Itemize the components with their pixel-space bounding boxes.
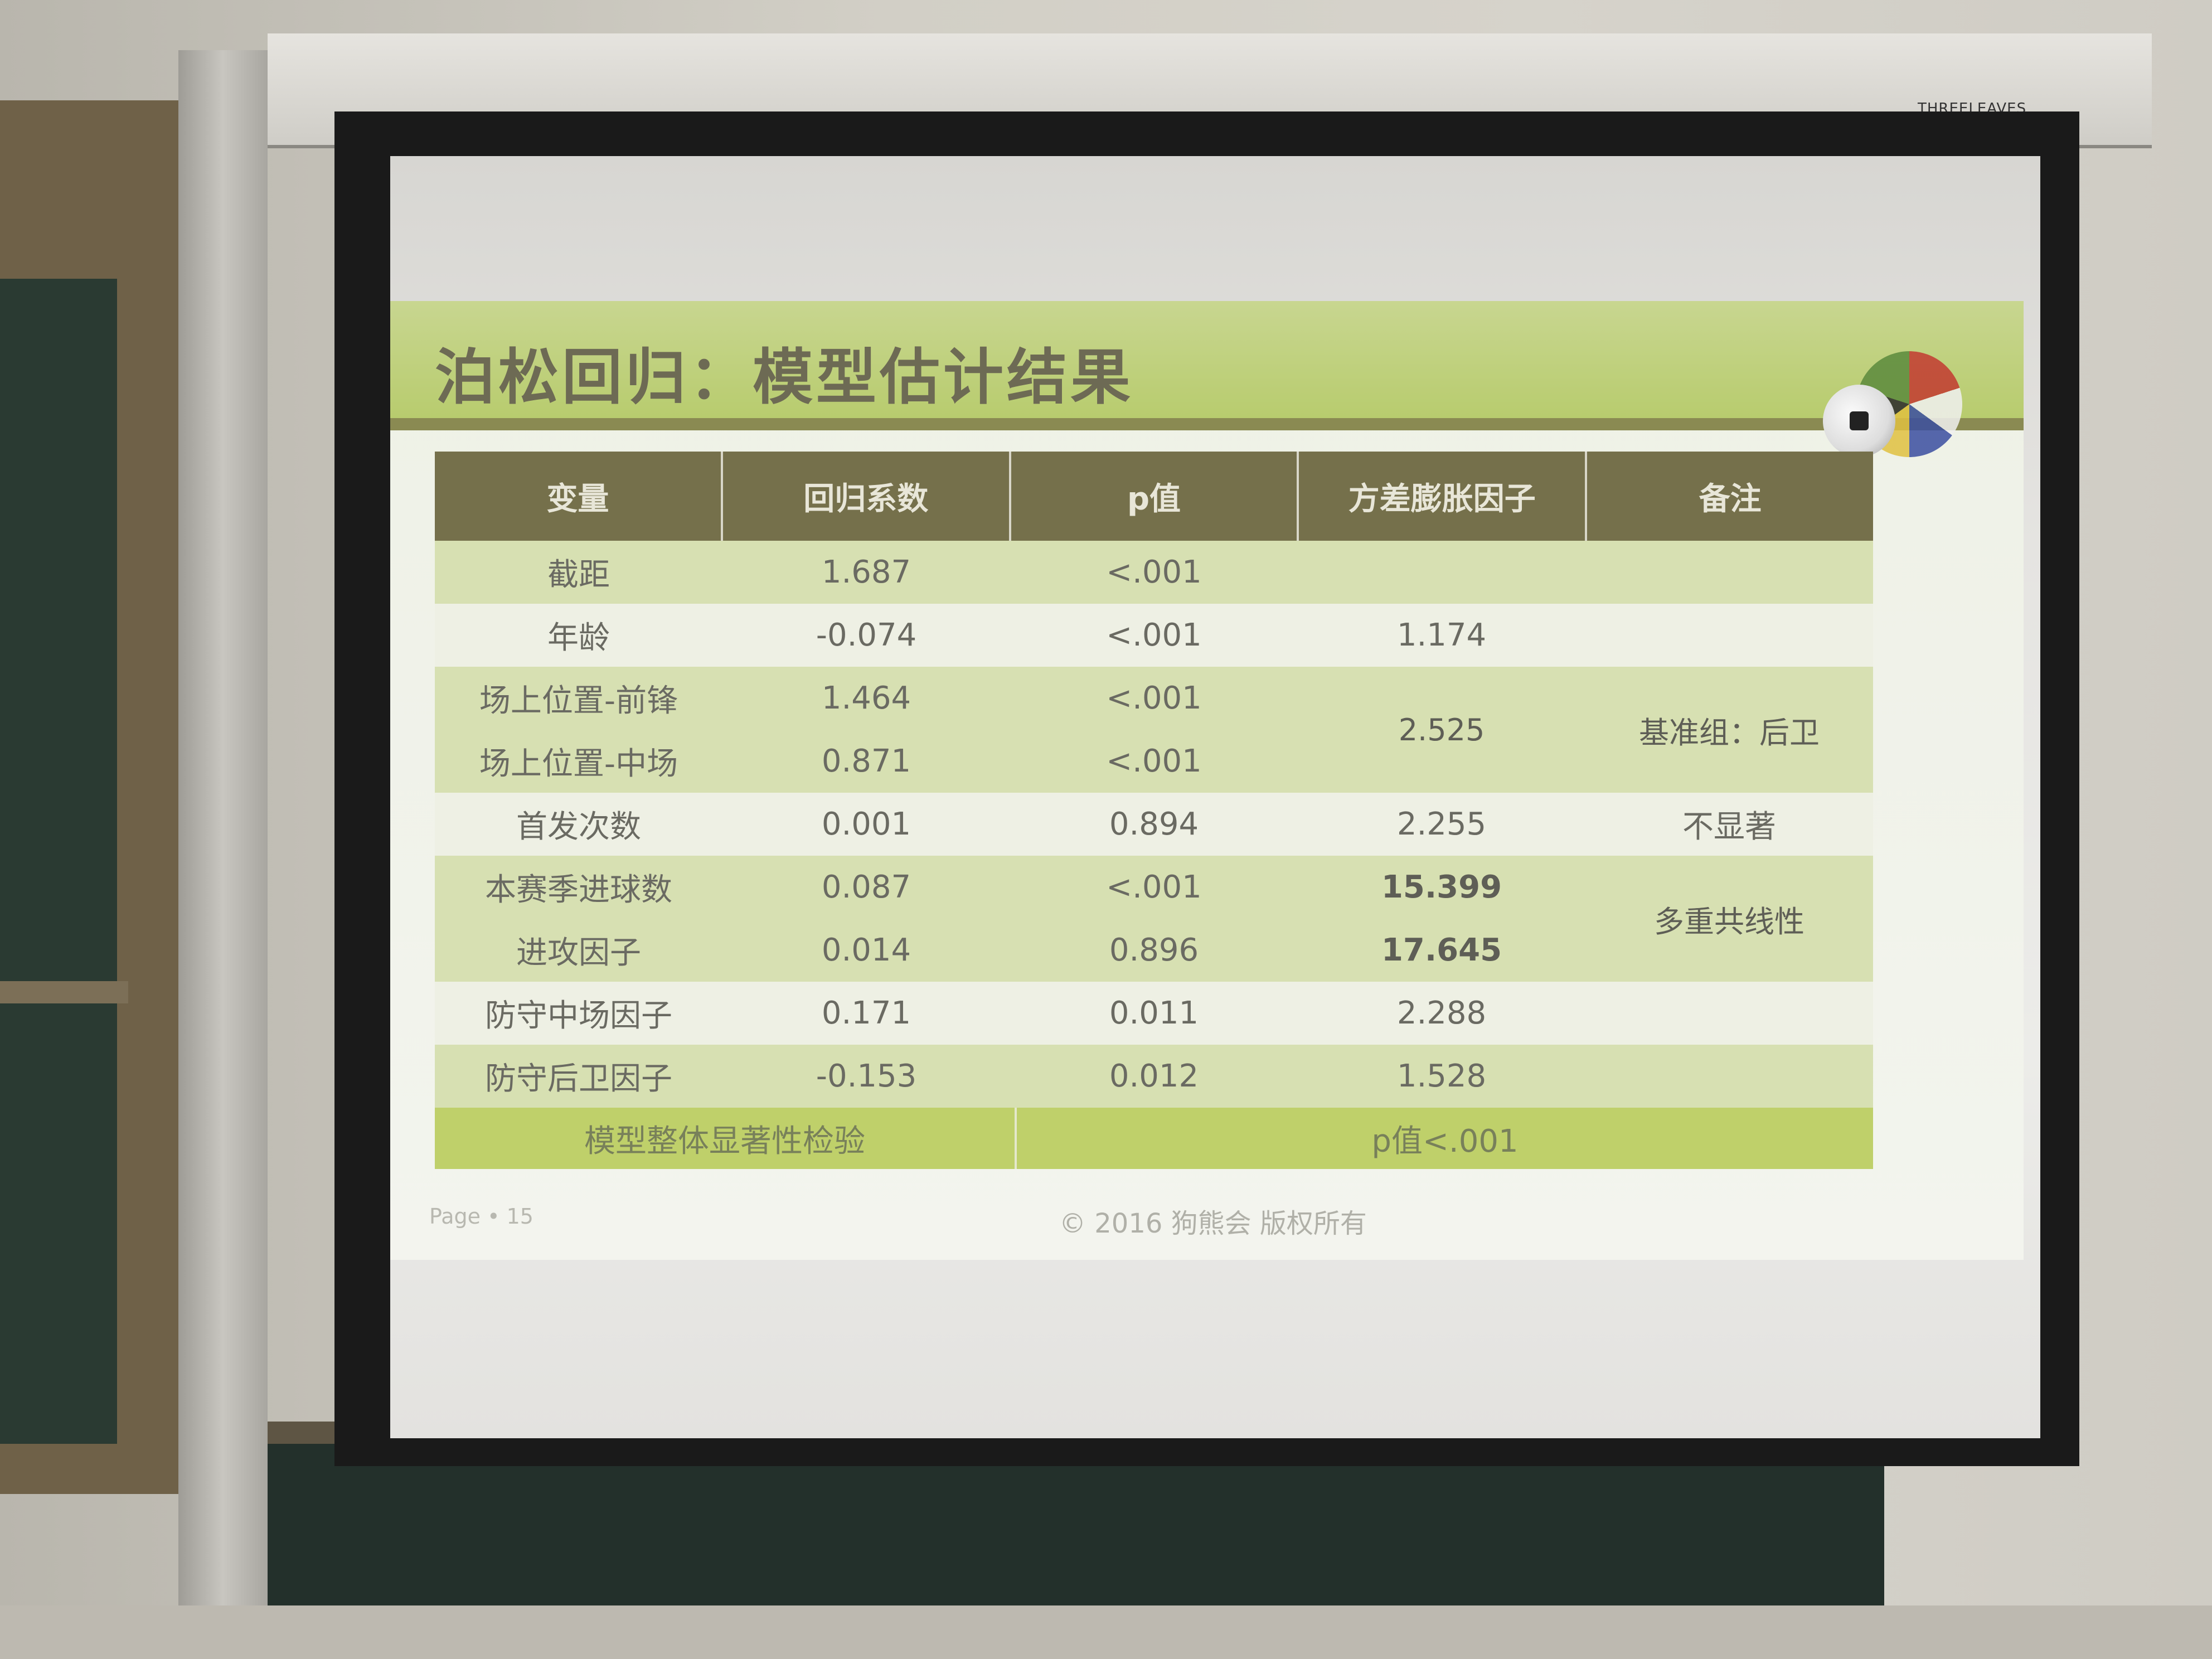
cell-p-value: <.001: [1106, 680, 1202, 716]
cell-vif: 2.255: [1396, 806, 1487, 842]
cell-variable: 年龄: [547, 620, 610, 656]
table-row: 防守后卫因子 -0.153 0.012 1.528: [435, 1045, 1873, 1108]
title-underline: [390, 418, 2024, 430]
cell-coefficient: 0.014: [821, 932, 911, 968]
header-variable: 变量: [435, 452, 723, 541]
cell-variable: 本赛季进球数: [485, 872, 672, 908]
header-note: 备注: [1699, 481, 1762, 517]
cell-coefficient: 0.087: [821, 869, 911, 905]
table-footer-row: 模型整体显著性检验 p值<.001: [435, 1108, 1873, 1169]
table-header: 变量 回归系数 p值 方差膨胀因子 备注: [435, 452, 1873, 541]
slide-copyright: © 2016 狗熊会 版权所有: [1059, 1208, 1367, 1239]
table-row: 防守中场因子 0.171 0.011 2.288: [435, 982, 1873, 1045]
cell-p-value: <.001: [1106, 743, 1202, 779]
table-row: 首发次数 0.001 0.894 2.255 不显著: [435, 793, 1873, 856]
slide-title: 泊松回归：模型估计结果: [435, 343, 1134, 413]
cell-coefficient: -0.074: [816, 617, 917, 653]
blackboard-ledge: [0, 981, 128, 1003]
soccer-ball-icon: [1823, 385, 1895, 457]
wall-pillar: [178, 50, 268, 1659]
cell-p-value: <.001: [1106, 617, 1202, 653]
cell-variable: 防守中场因子: [485, 998, 672, 1034]
presentation-slide: 泊松回归：模型估计结果 变量 回归系数 p值 方差膨胀因子 备注 截距 1.68…: [390, 301, 2024, 1260]
cell-note: [1585, 604, 1873, 667]
cell-p-value: <.001: [1106, 869, 1202, 905]
cell-vif: [1298, 541, 1585, 604]
floor-strip: [0, 1605, 2212, 1659]
cell-variable: 场上位置-前锋: [479, 683, 678, 719]
blackboard: [0, 279, 117, 1444]
merged-position-note: 基准组：后卫: [1639, 715, 1820, 750]
cell-coefficient: 0.871: [821, 743, 911, 779]
cell-coefficient: 0.171: [821, 995, 911, 1031]
header-vif: 方差膨胀因子: [1299, 452, 1588, 541]
cell-p-value: 0.896: [1109, 932, 1199, 968]
cell-note: [1585, 541, 1873, 604]
slide-page-number: Page • 15: [429, 1204, 533, 1229]
cell-variable: 进攻因子: [516, 935, 641, 971]
slide-title-bar: 泊松回归：模型估计结果: [390, 301, 2024, 418]
cell-note-not-significant: 不显著: [1682, 809, 1776, 845]
footer-label: 模型整体显著性检验: [435, 1108, 1017, 1169]
cell-vif: 1.528: [1396, 1058, 1487, 1094]
header-p-value: p值: [1011, 452, 1299, 541]
cell-vif: 1.174: [1396, 617, 1487, 653]
header-coefficient: 回归系数: [723, 452, 1011, 541]
cell-variable: 截距: [547, 557, 610, 593]
table-row: 年龄 -0.074 <.001 1.174: [435, 604, 1873, 667]
cell-vif: 2.288: [1396, 995, 1487, 1031]
cell-note: [1585, 982, 1873, 1045]
cell-coefficient: 1.464: [821, 680, 911, 716]
cell-p-value: <.001: [1106, 554, 1202, 590]
footer-value: p值<.001: [1371, 1123, 1519, 1160]
cell-note: [1585, 1045, 1873, 1108]
cell-vif: 17.645: [1381, 932, 1502, 968]
cell-p-value: 0.012: [1109, 1058, 1199, 1094]
cell-coefficient: 1.687: [821, 554, 911, 590]
results-table: 变量 回归系数 p值 方差膨胀因子 备注 截距 1.687 <.001 年龄 -…: [435, 452, 1873, 1169]
table-body: 截距 1.687 <.001 年龄 -0.074 <.001 1.174 场上位…: [435, 541, 1873, 1108]
table-row: 截距 1.687 <.001: [435, 541, 1873, 604]
cell-p-value: 0.894: [1109, 806, 1199, 842]
cell-coefficient: 0.001: [821, 806, 911, 842]
cell-coefficient: -0.153: [816, 1058, 917, 1094]
cell-vif: 15.399: [1381, 869, 1502, 905]
merged-collinearity-note: 多重共线性: [1654, 904, 1804, 939]
cell-p-value: 0.011: [1109, 995, 1199, 1031]
merged-position-vif: 2.525: [1398, 712, 1485, 748]
cell-variable: 防守后卫因子: [485, 1061, 672, 1097]
cell-variable: 首发次数: [516, 809, 641, 845]
cell-variable: 场上位置-中场: [479, 746, 678, 782]
